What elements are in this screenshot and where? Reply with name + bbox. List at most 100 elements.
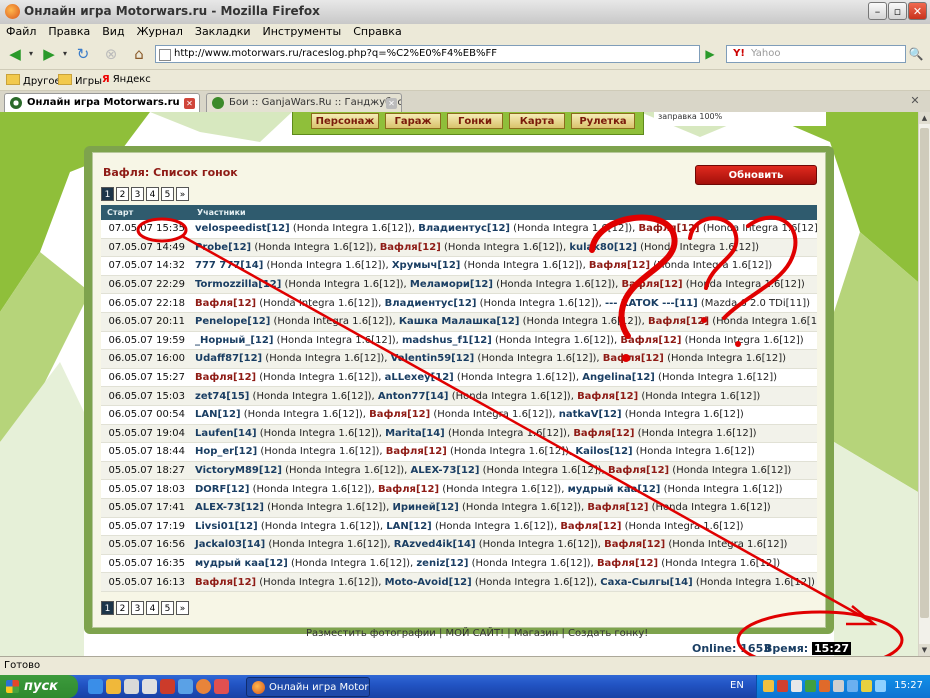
participant-link[interactable]: мудрый каа[12] — [195, 558, 288, 569]
participant-link[interactable]: 777 777[14] — [195, 260, 263, 271]
forward-dropdown-icon[interactable]: ▾ — [60, 44, 70, 64]
participant-link[interactable]: Penelope[12] — [195, 316, 270, 327]
participant-link[interactable]: Вафля[12] — [603, 353, 664, 364]
language-indicator[interactable]: EN — [730, 680, 744, 691]
quicklaunch-icon[interactable] — [124, 679, 139, 694]
menu-tools[interactable]: Инструменты — [257, 24, 348, 38]
nav-character[interactable]: Персонаж — [311, 113, 379, 129]
tray-icon[interactable] — [763, 680, 774, 692]
footer-links[interactable]: Разместить фотографии | МОЙ САЙТ! | Мага… — [306, 628, 648, 639]
tab-ganjawars[interactable]: Бои :: GanjaWars.Ru :: Ганджубасов... ✕ — [206, 93, 402, 112]
participant-link[interactable]: Вафля[12] — [577, 391, 638, 402]
participant-link[interactable]: Вафля[12] — [386, 446, 447, 457]
bookmark-other[interactable]: Другое — [6, 74, 61, 87]
search-input[interactable]: Y! Yahoo — [726, 45, 906, 63]
page-scrollbar[interactable]: ▲ ▼ — [918, 112, 930, 656]
scroll-up-icon[interactable]: ▲ — [919, 112, 930, 124]
participant-link[interactable]: RAzved4ik[14] — [394, 539, 476, 550]
participant-link[interactable]: Вафля[12] — [622, 279, 683, 290]
page-5[interactable]: 5 — [161, 187, 174, 201]
back-dropdown-icon[interactable]: ▾ — [26, 44, 36, 64]
participant-link[interactable]: ALEX-73[12] — [195, 502, 264, 513]
participant-link[interactable]: Tormozzilla[12] — [195, 279, 281, 290]
yahoo-icon[interactable]: Y! — [727, 46, 751, 62]
nav-roulette[interactable]: Рулетка — [571, 113, 635, 129]
participant-link[interactable]: Probe[12] — [195, 242, 251, 253]
page-3[interactable]: 3 — [131, 601, 144, 615]
participant-link[interactable]: Angelina[12] — [582, 372, 655, 383]
volume-icon[interactable] — [833, 680, 844, 692]
participant-link[interactable]: ALEX-73[12] — [411, 465, 480, 476]
firefox-quicklaunch-icon[interactable] — [196, 679, 211, 694]
ie-icon[interactable] — [88, 679, 103, 694]
participant-link[interactable]: Anton77[14] — [378, 391, 449, 402]
participant-link[interactable]: Саха-Сылгы[14] — [600, 577, 692, 588]
participant-link[interactable]: Kailos[12] — [575, 446, 632, 457]
maximize-button[interactable]: ▫ — [888, 2, 907, 20]
participant-link[interactable]: Вафля[12] — [380, 242, 441, 253]
go-button[interactable]: ▶ — [702, 45, 718, 63]
minimize-button[interactable]: – — [868, 2, 887, 20]
participant-link[interactable]: Hop_er[12] — [195, 446, 257, 457]
tray-icon[interactable] — [875, 680, 886, 692]
participant-link[interactable]: Вафля[12] — [639, 223, 700, 234]
search-icon[interactable]: 🔍 — [906, 45, 926, 63]
participant-link[interactable]: LAN[12] — [386, 521, 432, 532]
bookmark-games[interactable]: Игры — [58, 74, 102, 87]
participant-link[interactable]: aLLexey[12] — [385, 372, 454, 383]
participant-link[interactable]: Вафля[12] — [608, 465, 669, 476]
participant-link[interactable]: Вафля[12] — [560, 521, 621, 532]
menu-edit[interactable]: Правка — [42, 24, 96, 38]
participant-link[interactable]: _Норный_[12] — [195, 335, 273, 346]
participant-link[interactable]: Вафля[12] — [369, 409, 430, 420]
participant-link[interactable]: DORF[12] — [195, 484, 249, 495]
tray-icon[interactable] — [805, 680, 816, 692]
start-button[interactable]: пуск — [0, 675, 78, 698]
participant-link[interactable]: Вафля[12] — [620, 335, 681, 346]
participant-link[interactable]: kulak80[12] — [569, 242, 637, 253]
menu-view[interactable]: Вид — [96, 24, 130, 38]
page-1[interactable]: 1 — [101, 187, 114, 201]
participant-link[interactable]: --- KATOK ---[11] — [605, 298, 698, 309]
tray-icon[interactable] — [861, 680, 872, 692]
tab-motorwars[interactable]: Онлайн игра Motorwars.ru ✕ — [4, 93, 200, 112]
tray-icon[interactable] — [777, 680, 788, 692]
participant-link[interactable]: Меламори[12] — [410, 279, 493, 290]
participant-link[interactable]: Владиентус[12] — [385, 298, 477, 309]
quicklaunch-icon[interactable] — [106, 679, 121, 694]
participant-link[interactable]: Хрумыч[12] — [392, 260, 461, 271]
menu-help[interactable]: Справка — [347, 24, 407, 38]
participant-link[interactable]: Вафля[12] — [195, 298, 256, 309]
bookmark-yandex[interactable]: Я Яндекс — [102, 74, 151, 85]
network-icon[interactable] — [847, 680, 858, 692]
stop-icon[interactable]: ⊗ — [100, 44, 122, 64]
tab-close-icon[interactable]: ✕ — [386, 98, 397, 109]
forward-arrow-icon[interactable]: ▶ — [38, 44, 60, 64]
quicklaunch-icon[interactable] — [160, 679, 175, 694]
page-4[interactable]: 4 — [146, 601, 159, 615]
participant-link[interactable]: Вафля[12] — [589, 260, 650, 271]
refresh-button[interactable]: Обновить — [695, 165, 817, 185]
nav-garage[interactable]: Гараж — [385, 113, 441, 129]
participant-link[interactable]: Вафля[12] — [195, 372, 256, 383]
participant-link[interactable]: Владиентус[12] — [418, 223, 510, 234]
participant-link[interactable]: velospeedist[12] — [195, 223, 290, 234]
page-next[interactable]: » — [176, 187, 189, 201]
page-2[interactable]: 2 — [116, 187, 129, 201]
page-1[interactable]: 1 — [101, 601, 114, 615]
taskbar-item-firefox[interactable]: Онлайн игра Motorw... — [246, 677, 370, 697]
page-3[interactable]: 3 — [131, 187, 144, 201]
participant-link[interactable]: Вафля[12] — [587, 502, 648, 513]
nav-map[interactable]: Карта — [509, 113, 565, 129]
menu-bookmarks[interactable]: Закладки — [189, 24, 257, 38]
participant-link[interactable]: Ириней[12] — [393, 502, 459, 513]
participant-link[interactable]: zeniz[12] — [416, 558, 468, 569]
reload-icon[interactable]: ↻ — [72, 44, 94, 64]
participant-link[interactable]: Jackal03[14] — [195, 539, 265, 550]
close-window-button[interactable]: ✕ — [908, 2, 927, 20]
participant-link[interactable]: zet74[15] — [195, 391, 249, 402]
scroll-down-icon[interactable]: ▼ — [919, 644, 930, 656]
participant-link[interactable]: natkaV[12] — [559, 409, 622, 420]
quicklaunch-icon[interactable] — [178, 679, 193, 694]
participant-link[interactable]: Udaff87[12] — [195, 353, 262, 364]
